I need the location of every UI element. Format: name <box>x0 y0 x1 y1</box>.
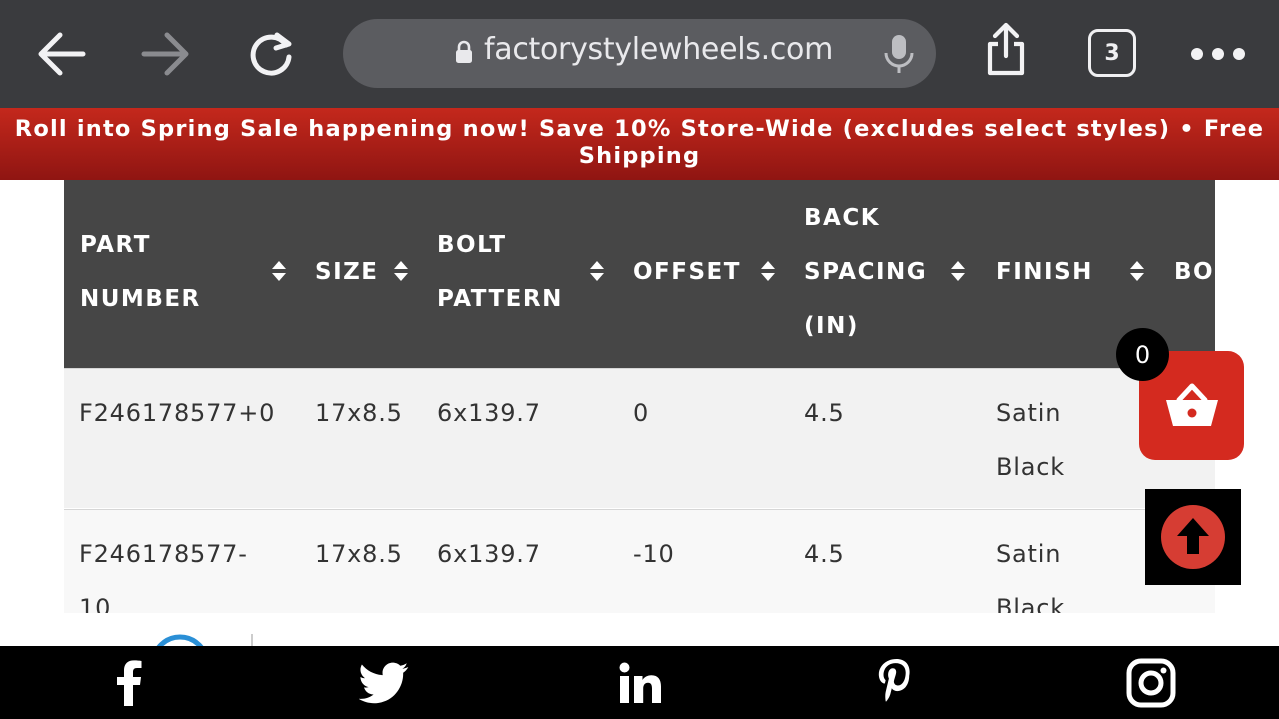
cell-finish: Satin Black <box>996 540 1065 613</box>
cell-part-number: F246178577+0 <box>79 399 276 427</box>
tabs-icon[interactable]: 3 <box>1088 29 1136 77</box>
header-back-spacing[interactable]: BACK SPACING (IN) <box>804 191 927 353</box>
pinterest-icon[interactable] <box>871 658 921 708</box>
sort-icon[interactable] <box>588 259 606 283</box>
cell-bolt-pattern: 6x139.7 <box>437 399 541 427</box>
instagram-icon[interactable] <box>1126 658 1176 708</box>
divider <box>251 634 253 646</box>
browser-toolbar: factorystylewheels.com 3 <box>0 0 1279 108</box>
microphone-icon[interactable] <box>882 33 916 75</box>
header-offset[interactable]: OFFSET <box>633 245 741 299</box>
cell-back-spacing: 4.5 <box>804 540 845 568</box>
arrow-up-circle-icon <box>1161 505 1225 569</box>
sort-icon[interactable] <box>949 259 967 283</box>
cell-size: 17x8.5 <box>315 399 403 427</box>
basket-icon <box>1165 383 1218 426</box>
banner-text-line2: Shipping <box>578 143 701 169</box>
share-icon[interactable] <box>982 22 1030 78</box>
cell-offset: -10 <box>633 540 675 568</box>
scroll-to-top-button[interactable] <box>1145 489 1241 585</box>
sale-banner[interactable]: Roll into Spring Sale happening now! Sav… <box>0 108 1279 180</box>
sort-icon[interactable] <box>270 259 288 283</box>
cell-size: 17x8.5 <box>315 540 403 568</box>
social-bar <box>0 646 1279 719</box>
lock-icon <box>456 40 472 63</box>
table-header: PART NUMBER SIZE BOLT PATTERN OFFSET BACK S… <box>64 180 1215 368</box>
forward-arrow-icon[interactable] <box>138 26 194 82</box>
sort-icon[interactable] <box>1128 259 1146 283</box>
cell-back-spacing: 4.5 <box>804 399 845 427</box>
header-finish[interactable]: FINISH <box>996 245 1093 299</box>
sort-icon[interactable] <box>392 259 410 283</box>
cell-offset: 0 <box>633 399 650 427</box>
url-text[interactable]: factorystylewheels.com <box>484 32 833 67</box>
reload-icon[interactable] <box>243 26 299 82</box>
table-row[interactable]: F246178577+0 17x8.5 6x139.7 0 4.5 Satin B… <box>64 368 1215 508</box>
cell-part-number: F246178577- 10 <box>79 540 248 613</box>
sort-icon[interactable] <box>759 259 777 283</box>
wheel-spec-table: PART NUMBER SIZE BOLT PATTERN OFFSET BACK S… <box>64 180 1215 613</box>
cart-count-badge: 0 <box>1116 328 1169 381</box>
header-bolt-pattern[interactable]: BOLT PATTERN <box>437 218 563 326</box>
cell-finish: Satin Black <box>996 399 1065 481</box>
table-row[interactable]: F246178577- 10 17x8.5 6x139.7 -10 4.5 Sat… <box>64 509 1215 613</box>
partial-logo <box>140 634 220 646</box>
twitter-icon[interactable] <box>359 658 409 708</box>
more-icon[interactable] <box>1188 42 1248 66</box>
header-size[interactable]: SIZE <box>315 245 379 299</box>
back-arrow-icon[interactable] <box>33 26 89 82</box>
header-bo-truncated[interactable]: BO <box>1174 245 1214 299</box>
banner-text-line1: Roll into Spring Sale happening now! Sav… <box>14 116 1265 142</box>
linkedin-icon[interactable] <box>615 658 665 708</box>
header-part-number[interactable]: PART NUMBER <box>80 218 201 326</box>
facebook-icon[interactable] <box>104 658 154 708</box>
cell-bolt-pattern: 6x139.7 <box>437 540 541 568</box>
